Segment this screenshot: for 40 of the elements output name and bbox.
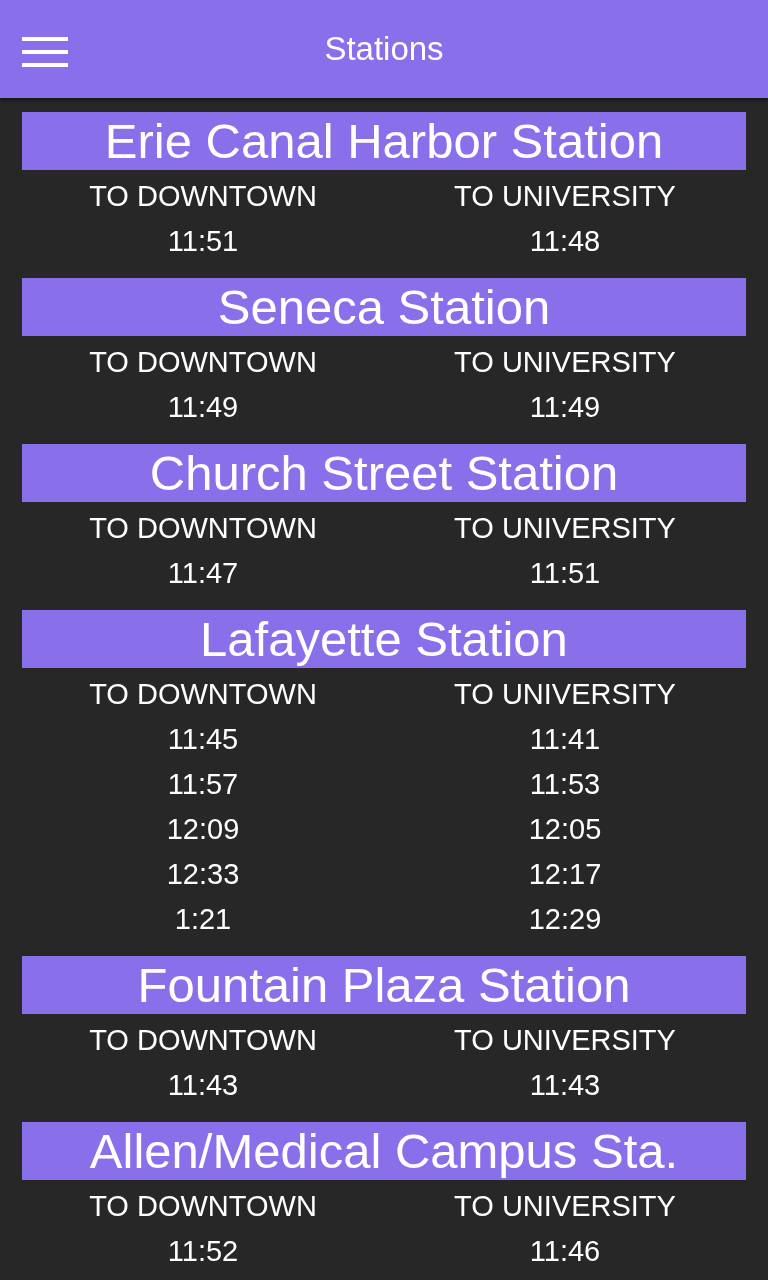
station-name: Erie Canal Harbor Station — [22, 112, 746, 170]
direction-label: TO UNIVERSITY — [454, 1189, 676, 1224]
direction-label: TO UNIVERSITY — [454, 511, 676, 546]
departure-time: 11:48 — [529, 224, 601, 259]
departure-time: 12:17 — [528, 857, 602, 892]
departure-time: 11:52 — [167, 1234, 239, 1269]
direction-label: TO DOWNTOWN — [89, 179, 317, 214]
direction-label: TO DOWNTOWN — [89, 511, 317, 546]
station-name: Allen/Medical Campus Sta. — [22, 1122, 746, 1180]
direction-label: TO UNIVERSITY — [454, 345, 676, 380]
direction-label: TO UNIVERSITY — [454, 677, 676, 712]
departure-time: 11:41 — [529, 722, 601, 757]
departure-time: 11:57 — [167, 767, 239, 802]
app-title: Stations — [324, 30, 444, 68]
departure-time: 1:21 — [174, 902, 232, 937]
station-name: Seneca Station — [22, 278, 746, 336]
direction-label: TO DOWNTOWN — [89, 1023, 317, 1058]
departure-time: 11:51 — [529, 556, 601, 591]
departure-time: 11:47 — [167, 556, 239, 591]
direction-label: TO DOWNTOWN — [89, 677, 317, 712]
departure-time: 11:49 — [529, 390, 601, 425]
menu-icon[interactable] — [22, 37, 68, 67]
station-name: Lafayette Station — [22, 610, 746, 668]
departure-time: 11:49 — [167, 390, 239, 425]
departure-time: 11:53 — [529, 767, 601, 802]
departure-time: 11:43 — [529, 1068, 601, 1103]
direction-label: TO UNIVERSITY — [454, 1023, 676, 1058]
departure-time: 11:46 — [529, 1234, 601, 1269]
departure-time: 11:51 — [167, 224, 239, 259]
departure-time: 12:05 — [528, 812, 602, 847]
direction-label: TO DOWNTOWN — [89, 345, 317, 380]
direction-label: TO UNIVERSITY — [454, 179, 676, 214]
departure-time: 11:43 — [167, 1068, 239, 1103]
departure-time: 12:29 — [528, 902, 602, 937]
station-name: Church Street Station — [22, 444, 746, 502]
departure-time: 11:45 — [167, 722, 239, 757]
departure-time: 12:33 — [166, 857, 240, 892]
direction-label: TO DOWNTOWN — [89, 1189, 317, 1224]
departure-time: 12:09 — [166, 812, 240, 847]
station-name: Fountain Plaza Station — [22, 956, 746, 1014]
